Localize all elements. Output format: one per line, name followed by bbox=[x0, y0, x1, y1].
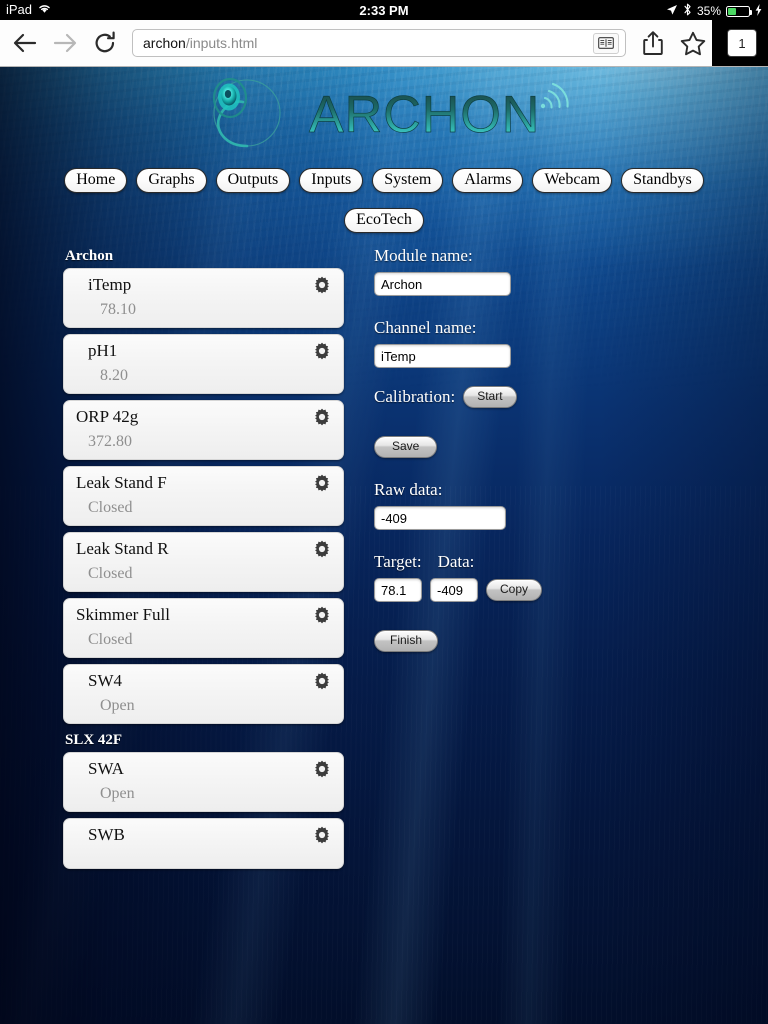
target-label: Target: bbox=[374, 552, 422, 571]
main-navigation: Home Graphs Outputs Inputs System Alarms… bbox=[0, 168, 768, 201]
location-arrow-icon bbox=[666, 4, 678, 19]
input-name: SWB bbox=[88, 825, 125, 844]
input-value: Open bbox=[100, 697, 135, 714]
data-label: Data: bbox=[437, 552, 475, 571]
nav-standbys[interactable]: Standbys bbox=[621, 168, 704, 193]
list-item[interactable]: ORP 42g 372.80 bbox=[63, 400, 344, 460]
input-value: 372.80 bbox=[88, 433, 132, 450]
nav-home[interactable]: Home bbox=[64, 168, 128, 193]
svg-text:ARCHON: ARCHON bbox=[309, 86, 540, 144]
bluetooth-icon bbox=[683, 3, 692, 19]
list-item[interactable]: iTemp 78.10 bbox=[63, 268, 344, 328]
url-path: /inputs.html bbox=[185, 35, 258, 51]
calibration-row: Calibration: Start bbox=[374, 386, 714, 408]
status-right: 35% bbox=[666, 3, 762, 19]
finish-row: Finish bbox=[374, 630, 714, 652]
group-header-archon: Archon bbox=[65, 248, 114, 264]
reader-view-icon[interactable] bbox=[593, 32, 619, 54]
nav-alarms[interactable]: Alarms bbox=[452, 168, 524, 193]
start-button[interactable]: Start bbox=[463, 386, 517, 408]
channel-settings-form: Module name: Channel name: Calibration: … bbox=[374, 246, 714, 652]
input-name: ORP 42g bbox=[76, 407, 139, 426]
input-name: Leak Stand R bbox=[76, 539, 169, 558]
input-name: pH1 bbox=[88, 341, 118, 360]
web-page: ARCHON Home Graphs Outputs Inputs System bbox=[0, 66, 768, 1024]
gear-icon[interactable] bbox=[313, 672, 331, 690]
archon-logo-graphic: ARCHON bbox=[212, 77, 569, 148]
gear-icon[interactable] bbox=[313, 606, 331, 624]
list-item[interactable]: SWA Open bbox=[63, 752, 344, 812]
battery-icon bbox=[726, 5, 752, 17]
nav-system[interactable]: System bbox=[372, 168, 444, 193]
data-input[interactable] bbox=[430, 578, 478, 602]
save-row: Save bbox=[374, 436, 714, 458]
nav-graphs[interactable]: Graphs bbox=[136, 168, 207, 193]
copy-button[interactable]: Copy bbox=[486, 579, 543, 601]
input-name: iTemp bbox=[88, 275, 132, 294]
url-host: archon bbox=[143, 35, 186, 51]
nav-outputs[interactable]: Outputs bbox=[215, 168, 291, 193]
input-name: SW4 bbox=[88, 671, 122, 690]
share-icon[interactable] bbox=[636, 26, 670, 60]
screen: iPad 2:33 PM 35% archon/inputs.html 1 AR… bbox=[0, 0, 768, 1024]
save-button[interactable]: Save bbox=[374, 436, 438, 458]
gear-icon[interactable] bbox=[313, 540, 331, 558]
gear-icon[interactable] bbox=[313, 474, 331, 492]
gear-icon[interactable] bbox=[313, 342, 331, 360]
input-value: Closed bbox=[88, 565, 133, 582]
finish-button[interactable]: Finish bbox=[374, 630, 439, 652]
target-data-row: Copy bbox=[374, 578, 714, 602]
input-name: Skimmer Full bbox=[76, 605, 170, 624]
input-value: 8.20 bbox=[100, 367, 128, 384]
charging-bolt-icon bbox=[755, 3, 762, 19]
list-item[interactable]: Leak Stand F Closed bbox=[63, 466, 344, 526]
gear-icon[interactable] bbox=[313, 760, 331, 778]
gear-icon[interactable] bbox=[313, 826, 331, 844]
input-value: 78.10 bbox=[100, 301, 136, 318]
site-logo: ARCHON bbox=[0, 74, 768, 152]
browser-toolbar: archon/inputs.html bbox=[0, 20, 768, 67]
input-name: SWA bbox=[88, 759, 124, 778]
channel-name-input[interactable] bbox=[374, 344, 511, 368]
raw-data-input[interactable] bbox=[374, 506, 506, 530]
input-value bbox=[64, 845, 343, 868]
forward-arrow-icon[interactable] bbox=[48, 26, 82, 60]
tab-count-badge[interactable]: 1 bbox=[727, 29, 757, 57]
list-item[interactable]: SWB bbox=[63, 818, 344, 869]
ios-status-bar: iPad 2:33 PM 35% bbox=[0, 0, 768, 20]
gear-icon[interactable] bbox=[313, 276, 331, 294]
nav-inputs[interactable]: Inputs bbox=[299, 168, 364, 193]
module-name-label: Module name: bbox=[374, 246, 473, 265]
list-item[interactable]: Leak Stand R Closed bbox=[63, 532, 344, 592]
url-text: archon/inputs.html bbox=[143, 35, 593, 51]
input-value: Closed bbox=[88, 499, 133, 516]
list-item[interactable]: Skimmer Full Closed bbox=[63, 598, 344, 658]
address-bar[interactable]: archon/inputs.html bbox=[132, 29, 626, 57]
inputs-list: Archon iTemp 78.10 pH1 8.20 ORP 42g 372.… bbox=[63, 246, 344, 875]
input-value: Open bbox=[100, 785, 135, 802]
reload-icon[interactable] bbox=[88, 26, 122, 60]
status-clock: 2:33 PM bbox=[359, 3, 409, 18]
nav-webcam[interactable]: Webcam bbox=[532, 168, 613, 193]
group-header-slx42f: SLX 42F bbox=[65, 732, 123, 748]
bookmark-star-icon[interactable] bbox=[676, 26, 710, 60]
tab-switcher[interactable]: 1 bbox=[712, 20, 768, 66]
list-item[interactable]: pH1 8.20 bbox=[63, 334, 344, 394]
input-value: Closed bbox=[88, 631, 133, 648]
raw-data-label: Raw data: bbox=[374, 480, 443, 499]
calibration-label: Calibration: bbox=[374, 387, 456, 406]
module-name-input[interactable] bbox=[374, 272, 511, 296]
channel-name-label: Channel name: bbox=[374, 318, 477, 337]
input-name: Leak Stand F bbox=[76, 473, 167, 492]
nav-ecotech[interactable]: EcoTech bbox=[344, 208, 424, 233]
battery-percent-label: 35% bbox=[696, 4, 721, 18]
list-item[interactable]: SW4 Open bbox=[63, 664, 344, 724]
back-arrow-icon[interactable] bbox=[8, 26, 42, 60]
secondary-navigation: EcoTech bbox=[0, 208, 768, 241]
target-input[interactable] bbox=[374, 578, 422, 602]
target-data-labels: Target: Data: bbox=[374, 552, 714, 572]
gear-icon[interactable] bbox=[313, 408, 331, 426]
